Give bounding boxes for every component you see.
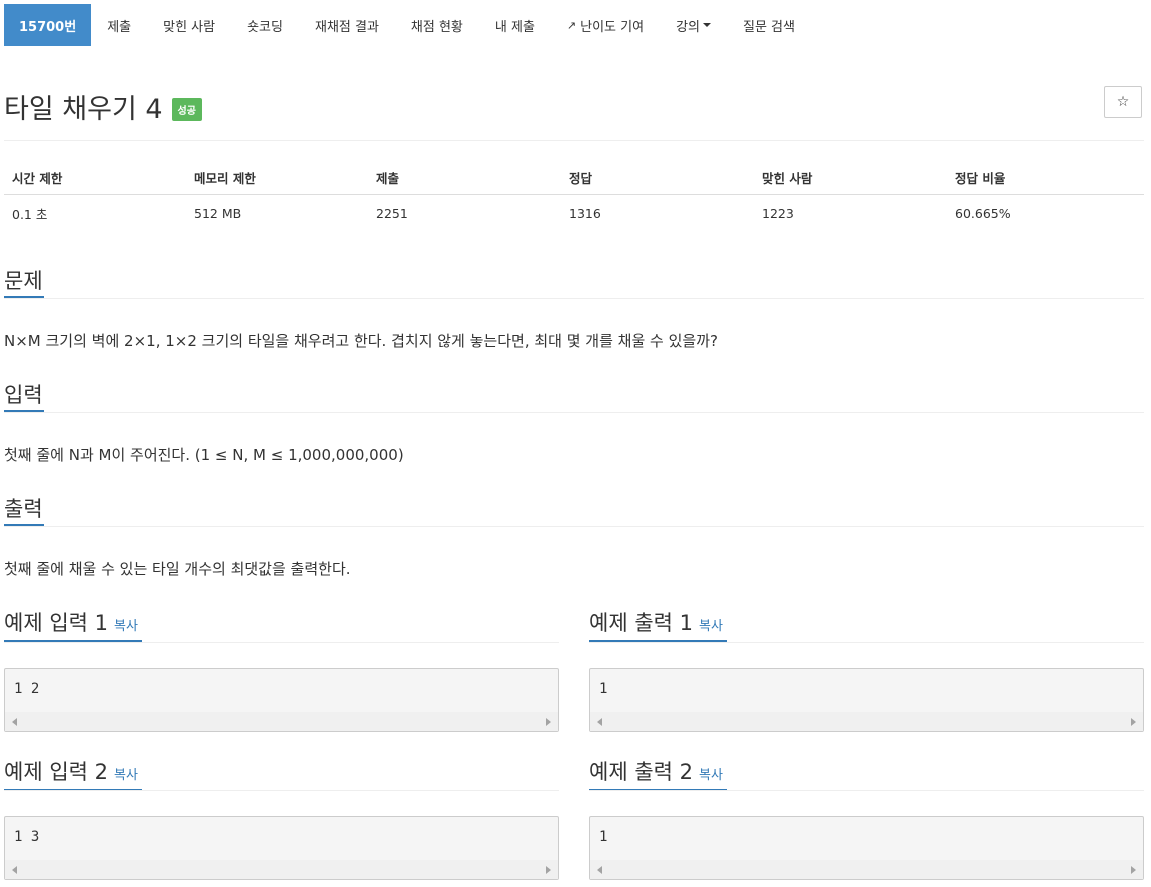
nav-tab-submit[interactable]: 제출 (91, 4, 147, 46)
info-accepted: 1316 (569, 205, 601, 221)
star-icon: ☆ (1116, 94, 1130, 110)
input-heading: 입력 (4, 379, 44, 412)
example-input-2-box[interactable]: 1 3 (4, 816, 559, 880)
example-output-1-box[interactable]: 1 (589, 668, 1144, 732)
nav-tab-lectures[interactable]: 강의 (660, 4, 727, 46)
info-header-memory-limit: 메모리 제한 (186, 160, 368, 195)
example-input-2-heading: 예제 입력 2 복사 (4, 756, 142, 791)
copy-example-output-1-button[interactable]: 복사 (699, 619, 723, 634)
scroll-right-arrow-icon[interactable] (1131, 718, 1136, 726)
example-output-2-title: 예제 출력 2 (589, 760, 693, 784)
info-accept-rate: 60.665% (955, 205, 1011, 221)
scroll-left-arrow-icon[interactable] (12, 718, 17, 726)
info-solved-users: 1223 (762, 205, 794, 221)
info-header-accepted: 정답 (561, 160, 754, 195)
problem-nav: 15700번 제출 맞힌 사람 숏코딩 재채점 결과 채점 현황 내 제출 ↗ … (0, 0, 1151, 46)
info-header-time-limit: 시간 제한 (4, 160, 186, 195)
info-header-solved-users: 맞힌 사람 (754, 160, 947, 195)
section-divider (589, 642, 1144, 643)
nav-tab-lectures-label: 강의 (676, 19, 700, 35)
output-heading: 출력 (4, 493, 44, 526)
scroll-right-arrow-icon[interactable] (1131, 866, 1136, 874)
favorite-star-button[interactable]: ☆ (1104, 86, 1142, 118)
nav-tab-rejudge-results[interactable]: 재채점 결과 (299, 4, 395, 46)
copy-example-input-2-button[interactable]: 복사 (114, 768, 138, 783)
problem-heading-text: 문제 (4, 269, 43, 293)
output-description: 첫째 줄에 채울 수 있는 타일 개수의 최댓값을 출력한다. (4, 560, 351, 578)
info-header-row: 시간 제한 메모리 제한 제출 정답 맞힌 사람 정답 비율 (4, 160, 1144, 195)
nav-tab-short-coding[interactable]: 숏코딩 (231, 4, 299, 46)
nav-tab-question-search[interactable]: 질문 검색 (727, 4, 811, 46)
info-header-submissions: 제출 (368, 160, 561, 195)
horizontal-scrollbar[interactable] (590, 860, 1143, 879)
info-time-limit: 0.1 초 (12, 206, 48, 222)
problem-title: 타일 채우기 4 (4, 93, 163, 125)
problem-title-row: 타일 채우기 4 성공 (4, 86, 202, 126)
horizontal-scrollbar[interactable] (5, 860, 558, 879)
example-output-2-code: 1 (599, 829, 608, 845)
scroll-left-arrow-icon[interactable] (12, 866, 17, 874)
scroll-left-arrow-icon[interactable] (597, 718, 602, 726)
input-heading-text: 입력 (4, 383, 43, 407)
title-divider (4, 140, 1144, 141)
section-divider (4, 526, 1144, 527)
nav-tab-problem[interactable]: 15700번 (4, 4, 92, 46)
input-description: 첫째 줄에 N과 M이 주어진다. (1 ≤ N, M ≤ 1,000,000,… (4, 446, 404, 464)
scroll-left-arrow-icon[interactable] (597, 866, 602, 874)
example-input-2-code: 1 3 (14, 829, 40, 845)
example-output-1-title: 예제 출력 1 (589, 611, 693, 635)
section-divider (4, 790, 559, 791)
copy-example-input-1-button[interactable]: 복사 (114, 619, 138, 634)
section-divider (4, 298, 1144, 299)
section-divider (4, 412, 1144, 413)
nav-tab-judge-status[interactable]: 채점 현황 (395, 4, 479, 46)
output-heading-text: 출력 (4, 497, 43, 521)
section-divider (589, 790, 1144, 791)
example-input-1-heading: 예제 입력 1 복사 (4, 607, 142, 642)
problem-description: N×M 크기의 벽에 2×1, 1×2 크기의 타일을 채우려고 한다. 겹치지… (4, 332, 718, 350)
nav-tab-my-submissions[interactable]: 내 제출 (479, 4, 551, 46)
example-input-1-box[interactable]: 1 2 (4, 668, 559, 732)
nav-tab-solved-users[interactable]: 맞힌 사람 (147, 4, 231, 46)
problem-info-table: 시간 제한 메모리 제한 제출 정답 맞힌 사람 정답 비율 0.1 초 512… (4, 160, 1144, 231)
example-output-1-code: 1 (599, 681, 608, 697)
scroll-right-arrow-icon[interactable] (546, 718, 551, 726)
horizontal-scrollbar[interactable] (590, 712, 1143, 731)
nav-tab-difficulty-contribution[interactable]: ↗ 난이도 기여 (551, 4, 660, 46)
nav-tab-difficulty-label: 난이도 기여 (580, 19, 645, 35)
info-memory-limit: 512 MB (194, 205, 242, 221)
info-value-row: 0.1 초 512 MB 2251 1316 1223 60.665% (4, 195, 1144, 232)
copy-example-output-2-button[interactable]: 복사 (699, 768, 723, 783)
info-submissions: 2251 (376, 205, 408, 221)
horizontal-scrollbar[interactable] (5, 712, 558, 731)
external-link-icon: ↗ (566, 18, 577, 32)
example-input-1-code: 1 2 (14, 681, 40, 697)
info-header-accept-rate: 정답 비율 (947, 160, 1144, 195)
section-divider (4, 642, 559, 643)
caret-down-icon (703, 23, 711, 27)
example-input-2-title: 예제 입력 2 (4, 760, 108, 784)
example-output-1-heading: 예제 출력 1 복사 (589, 607, 727, 642)
scroll-right-arrow-icon[interactable] (546, 866, 551, 874)
status-badge: 성공 (171, 97, 202, 121)
example-output-2-box[interactable]: 1 (589, 816, 1144, 880)
problem-heading: 문제 (4, 265, 44, 298)
example-output-2-heading: 예제 출력 2 복사 (589, 756, 727, 791)
example-input-1-title: 예제 입력 1 (4, 611, 108, 635)
